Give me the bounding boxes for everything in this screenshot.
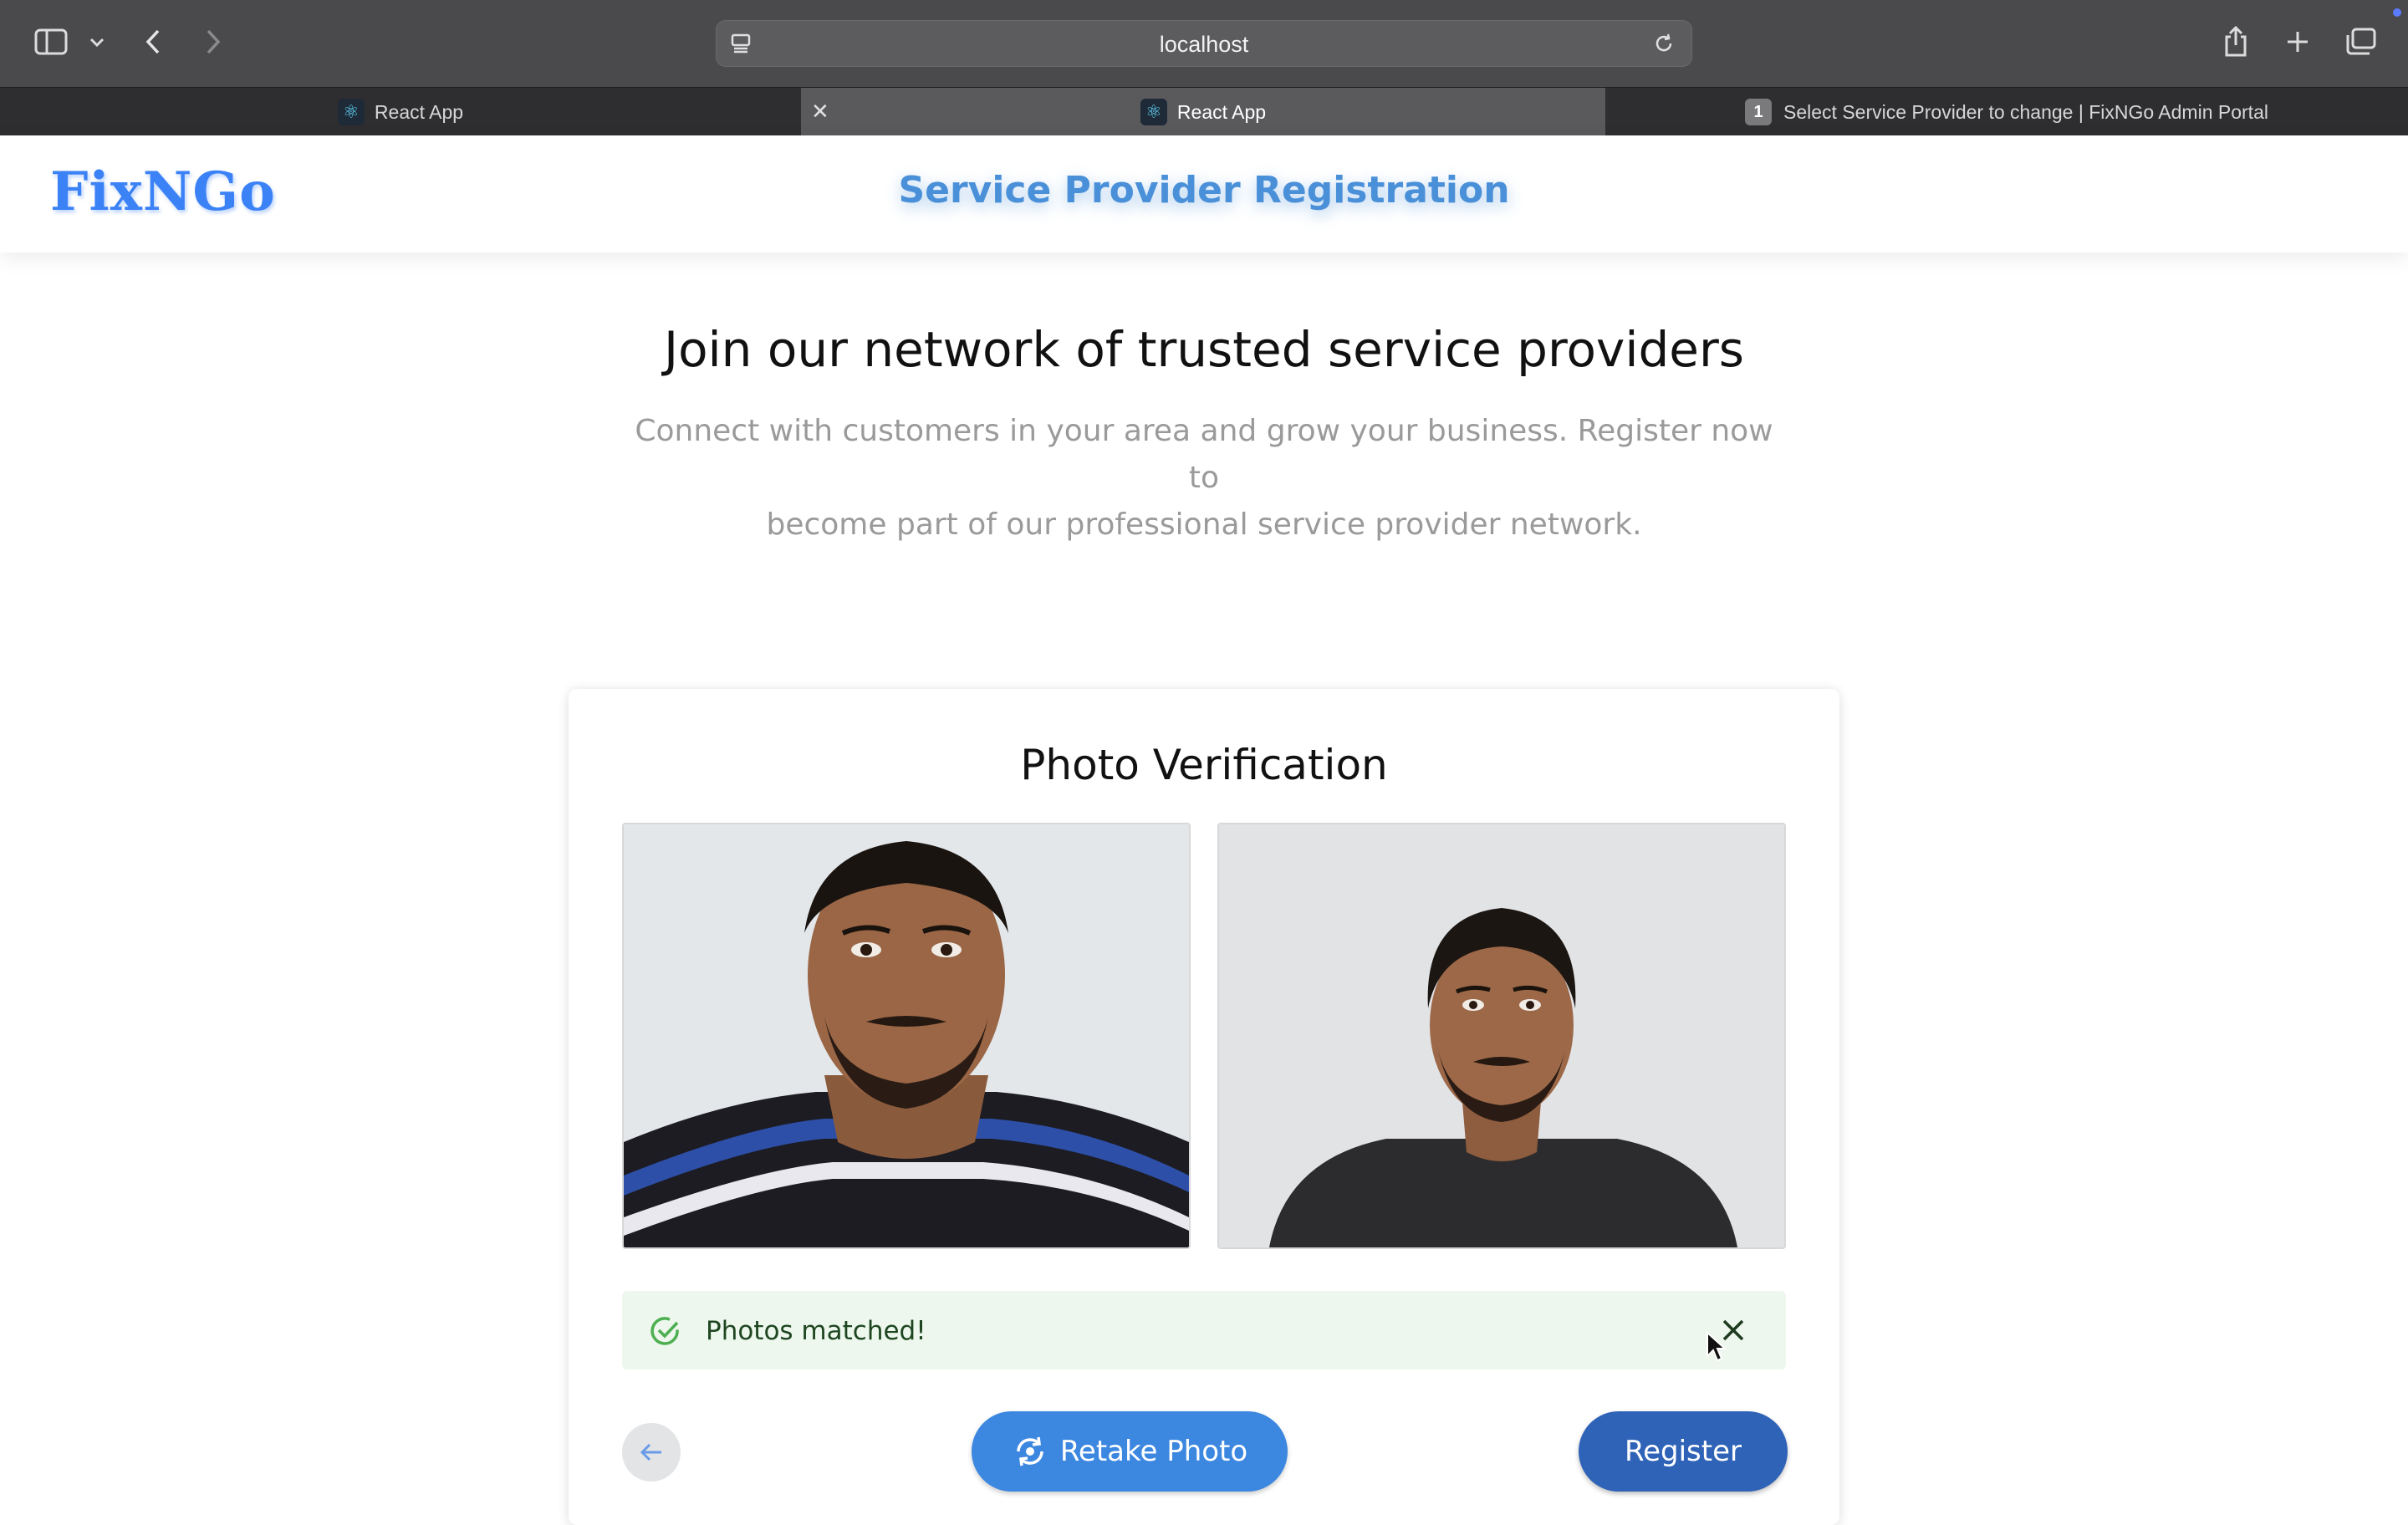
live-photo xyxy=(1217,823,1786,1249)
card-title: Photo Verification xyxy=(1020,741,1388,789)
browser-toolbar: localhost xyxy=(0,0,2408,87)
url-text: localhost xyxy=(1159,32,1249,57)
camera-rotate-icon xyxy=(1017,1436,1043,1466)
photo-verification-card: Photo Verification Photos matched! Retak… xyxy=(569,689,1839,1525)
alert-message: Photos matched! xyxy=(706,1316,926,1346)
success-alert: Photos matched! xyxy=(622,1291,1786,1369)
retake-photo-label: Retake Photo xyxy=(1059,1435,1248,1468)
tab-badge: 1 xyxy=(1745,99,1773,125)
share-icon[interactable] xyxy=(2221,23,2251,60)
sidebar-toggle-icon[interactable] xyxy=(32,25,70,59)
hero-subtitle-line-1: Connect with customers in your area and … xyxy=(635,414,1773,495)
tab-react-app-2[interactable]: ⚛ React App xyxy=(801,88,1605,136)
forward-icon[interactable] xyxy=(199,25,227,59)
tab-close-icon[interactable]: ✕ xyxy=(811,99,829,125)
page-header: FixNGo Service Provider Registration xyxy=(0,135,2408,252)
chevron-down-icon[interactable] xyxy=(87,30,107,55)
react-logo-icon: ⚛ xyxy=(1140,99,1167,125)
arrow-left-icon xyxy=(640,1443,661,1461)
tab-label: Select Service Provider to change | FixN… xyxy=(1783,100,2268,123)
tab-bar: ⚛ React App ⚛ React App ✕ 1 Select Servi… xyxy=(0,87,2408,136)
notification-dot xyxy=(2393,8,2401,17)
tab-admin-portal[interactable]: 1 Select Service Provider to change | Fi… xyxy=(1605,88,2408,136)
hero-subtitle-line-2: become part of our professional service … xyxy=(766,507,1642,542)
hero-title: Join our network of trusted service prov… xyxy=(663,321,1745,378)
new-tab-icon[interactable] xyxy=(2283,27,2313,57)
check-circle-icon xyxy=(649,1314,682,1351)
hero-subtitle: Connect with customers in your area and … xyxy=(619,408,1789,548)
back-button[interactable] xyxy=(622,1423,681,1482)
retake-photo-button[interactable]: Retake Photo xyxy=(972,1411,1288,1492)
tab-label: React App xyxy=(374,100,464,123)
react-logo-icon: ⚛ xyxy=(337,99,365,125)
register-button[interactable]: Register xyxy=(1579,1411,1788,1492)
tab-overview-icon[interactable] xyxy=(2343,25,2380,59)
back-icon[interactable] xyxy=(139,25,167,59)
page-title: Service Provider Registration xyxy=(898,169,1510,212)
register-label: Register xyxy=(1625,1435,1742,1468)
tab-label: React App xyxy=(1176,100,1267,123)
tab-react-app-1[interactable]: ⚛ React App xyxy=(0,88,801,136)
reload-icon[interactable] xyxy=(1651,31,1676,56)
id-photo xyxy=(622,823,1191,1249)
mouse-cursor-icon xyxy=(1706,1330,1727,1366)
address-bar[interactable]: localhost xyxy=(716,20,1692,67)
